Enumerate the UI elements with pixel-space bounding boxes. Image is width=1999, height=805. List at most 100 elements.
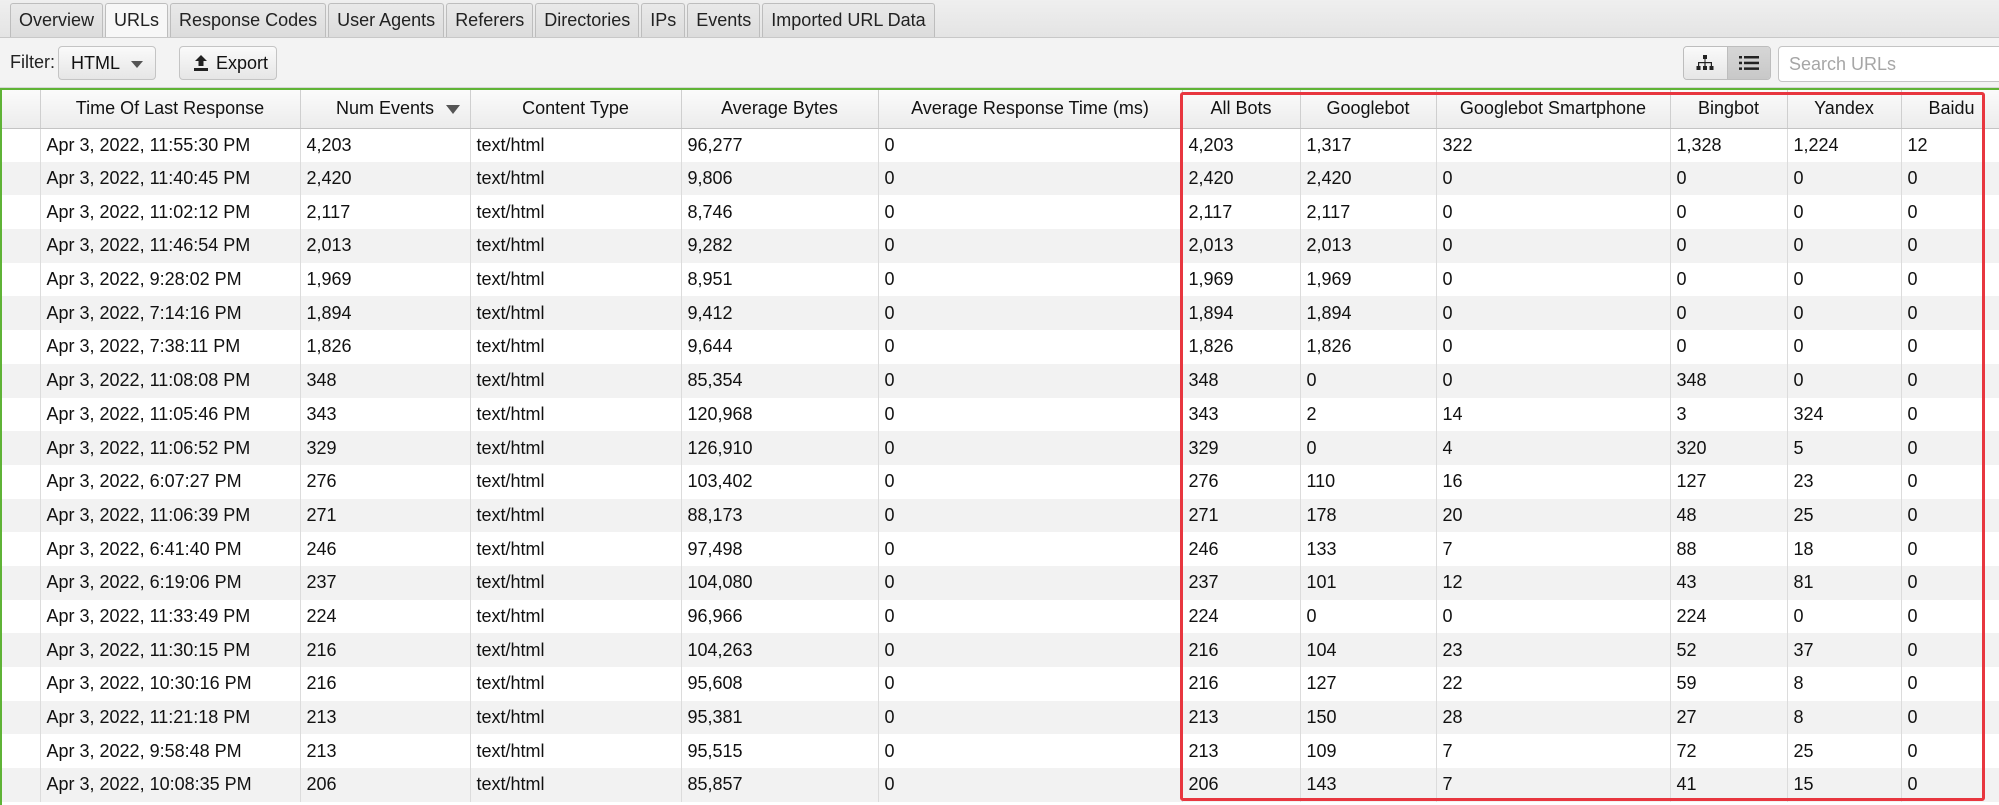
table-row[interactable]: Apr 3, 2022, 9:28:02 PM 1,969 text/html 8,9… [2, 262, 1999, 297]
table-cell: 0 [878, 229, 1183, 263]
tab-urls[interactable]: URLs [105, 3, 169, 37]
filter-dropdown[interactable]: HTML [58, 46, 156, 80]
table-cell: Apr 3, 2022, 10:08:35 PM [40, 768, 301, 802]
table-cell: Apr 3, 2022, 9:58:48 PM [40, 734, 301, 769]
table-cell: Apr 3, 2022, 10:30:16 PM [40, 667, 301, 701]
tree-view-button[interactable] [1684, 47, 1727, 79]
table-row[interactable]: Apr 3, 2022, 11:06:52 PM 329 text/html 126,… [2, 431, 1999, 465]
table-cell: 8 [1787, 667, 1902, 701]
list-view-button[interactable] [1726, 47, 1770, 79]
table-cell: text/html [470, 633, 682, 667]
table-cell: 320 [1670, 431, 1788, 465]
table-row[interactable]: Apr 3, 2022, 7:38:11 PM 1,826 text/html 9,6… [2, 330, 1999, 364]
column-header-time-of-last-response[interactable]: Time Of Last Response [40, 90, 301, 129]
table-cell: 322 [1436, 128, 1671, 162]
table-row[interactable]: Apr 3, 2022, 6:41:40 PM 246 text/html 97,49… [2, 532, 1999, 566]
table-row[interactable]: Apr 3, 2022, 11:33:49 PM 224 text/html 96,9… [2, 599, 1999, 634]
search-input[interactable] [1778, 46, 1999, 82]
table-cell: 23 [1436, 633, 1671, 667]
row-header-cell [2, 565, 41, 600]
table-row[interactable]: Apr 3, 2022, 11:06:39 PM 271 text/html 88,1… [2, 498, 1999, 533]
column-header-content-type[interactable]: Content Type [470, 90, 682, 129]
column-header-yandex[interactable]: Yandex [1787, 90, 1902, 129]
tab-referers[interactable]: Referers [446, 3, 534, 37]
table-cell: Apr 3, 2022, 6:19:06 PM [40, 565, 301, 600]
hierarchy-icon [1696, 55, 1714, 70]
table-cell: 2,117 [300, 195, 471, 230]
table-cell: 343 [300, 397, 471, 432]
table-cell: text/html [470, 532, 682, 566]
table-cell: 104,080 [681, 565, 879, 600]
table-cell: 224 [1182, 599, 1301, 634]
export-button[interactable]: Export [179, 46, 277, 80]
table-cell: 9,806 [681, 161, 879, 196]
tab-response-codes[interactable]: Response Codes [170, 3, 327, 37]
column-header-baidu[interactable]: Baidu [1901, 90, 1999, 129]
tab-ips[interactable]: IPs [641, 3, 686, 37]
table-cell: 9,282 [681, 229, 879, 263]
table-row[interactable]: Apr 3, 2022, 10:08:35 PM 206 text/html 85,8… [2, 768, 1999, 802]
table-cell: 7 [1436, 768, 1671, 802]
table-cell: 15 [1787, 768, 1902, 802]
table-cell: 0 [1436, 161, 1671, 196]
row-header-corner [2, 90, 41, 129]
column-header-label: Num Events [335, 98, 435, 119]
table-cell: Apr 3, 2022, 11:06:52 PM [40, 431, 301, 465]
table-cell: 1,826 [1300, 330, 1437, 364]
table-cell: 0 [1901, 700, 1999, 735]
list-icon [1738, 56, 1759, 70]
column-header-average-bytes[interactable]: Average Bytes [681, 90, 879, 129]
column-header-label: Average Response Time (ms) [911, 98, 1149, 119]
row-header-cell [2, 262, 41, 297]
tab-directories[interactable]: Directories [535, 3, 640, 37]
table-cell: 0 [1436, 330, 1671, 364]
table-cell: 0 [1901, 397, 1999, 432]
table-cell: Apr 3, 2022, 7:14:16 PM [40, 296, 301, 331]
table-cell: text/html [470, 128, 682, 162]
column-header-all-bots[interactable]: All Bots [1182, 90, 1301, 129]
table-cell: 329 [300, 431, 471, 465]
table-row[interactable]: Apr 3, 2022, 11:02:12 PM 2,117 text/html 8,… [2, 195, 1999, 230]
table-row[interactable]: Apr 3, 2022, 9:58:48 PM 213 text/html 95,51… [2, 734, 1999, 769]
table-cell: Apr 3, 2022, 11:30:15 PM [40, 633, 301, 667]
table-cell: 59 [1670, 667, 1788, 701]
row-header-cell [2, 330, 41, 364]
table-cell: 41 [1670, 768, 1788, 802]
table-cell: Apr 3, 2022, 11:05:46 PM [40, 397, 301, 432]
column-header-googlebot[interactable]: Googlebot [1300, 90, 1437, 129]
table-cell: 0 [1670, 296, 1788, 331]
table-cell: 12 [1436, 565, 1671, 600]
view-toggle[interactable] [1683, 46, 1771, 80]
table-cell: 1,328 [1670, 128, 1788, 162]
table-row[interactable]: Apr 3, 2022, 11:55:30 PM 4,203 text/html 96… [2, 128, 1999, 162]
table-cell: 120,968 [681, 397, 879, 432]
table-row[interactable]: Apr 3, 2022, 11:30:15 PM 216 text/html 104,… [2, 633, 1999, 667]
tab-user-agents[interactable]: User Agents [328, 3, 445, 37]
table-row[interactable]: Apr 3, 2022, 11:40:45 PM 2,420 text/html 9,… [2, 161, 1999, 196]
table-cell: 4 [1436, 431, 1671, 465]
column-header-average-response-time-ms[interactable]: Average Response Time (ms) [878, 90, 1183, 129]
table-row[interactable]: Apr 3, 2022, 10:30:16 PM 216 text/html 95,6… [2, 667, 1999, 701]
table-row[interactable]: Apr 3, 2022, 11:05:46 PM 343 text/html 120,… [2, 397, 1999, 432]
table-cell: 0 [878, 195, 1183, 230]
table-cell: 0 [1787, 195, 1902, 230]
table-cell: 343 [1182, 397, 1301, 432]
table-cell: text/html [470, 599, 682, 634]
column-header-googlebot-smartphone[interactable]: Googlebot Smartphone [1436, 90, 1671, 129]
tab-overview[interactable]: Overview [10, 3, 104, 37]
table-row[interactable]: Apr 3, 2022, 6:07:27 PM 276 text/html 103,4… [2, 464, 1999, 499]
table-cell: 43 [1670, 565, 1788, 600]
table-cell: 348 [300, 363, 471, 398]
column-header-num-events[interactable]: Num Events [300, 90, 471, 129]
tab-imported-url-data[interactable]: Imported URL Data [762, 3, 935, 37]
table-row[interactable]: Apr 3, 2022, 11:21:18 PM 213 text/html 95,3… [2, 700, 1999, 735]
tab-events[interactable]: Events [687, 3, 761, 37]
table-row[interactable]: Apr 3, 2022, 11:46:54 PM 2,013 text/html 9,… [2, 229, 1999, 263]
table-row[interactable]: Apr 3, 2022, 6:19:06 PM 237 text/html 104,0… [2, 565, 1999, 600]
toolbar: Filter: HTML Export [0, 38, 1999, 88]
table-cell: 97,498 [681, 532, 879, 566]
table-cell: 216 [1182, 667, 1301, 701]
column-header-bingbot[interactable]: Bingbot [1670, 90, 1788, 129]
table-row[interactable]: Apr 3, 2022, 11:08:08 PM 348 text/html 85,3… [2, 363, 1999, 398]
table-row[interactable]: Apr 3, 2022, 7:14:16 PM 1,894 text/html 9,4… [2, 296, 1999, 331]
